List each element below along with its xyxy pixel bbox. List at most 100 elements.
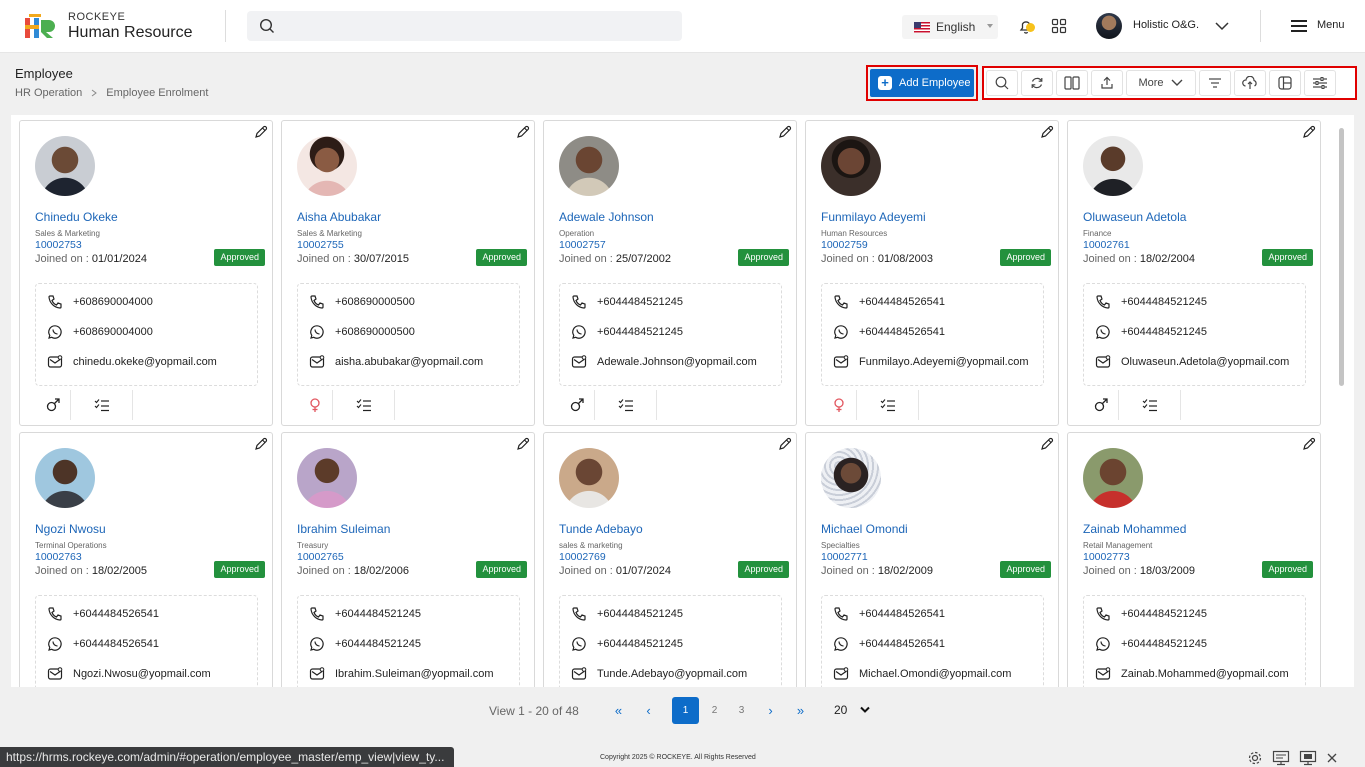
- employee-id[interactable]: 10002759: [821, 239, 868, 251]
- contact-whatsapp[interactable]: +6044484526541: [833, 636, 945, 652]
- toolbar-layout-button[interactable]: [1269, 70, 1301, 96]
- employee-photo[interactable]: [821, 448, 881, 508]
- employee-photo[interactable]: [559, 448, 619, 508]
- details-button[interactable]: [857, 390, 919, 420]
- contact-email[interactable]: Zainab.Mohammed@yopmail.com: [1095, 666, 1289, 682]
- contact-phone[interactable]: +6044484521245: [571, 294, 683, 310]
- contact-email[interactable]: Ngozi.Nwosu@yopmail.com: [47, 666, 211, 682]
- breadcrumb-item-hr-operation[interactable]: HR Operation: [15, 87, 82, 99]
- contact-phone[interactable]: +6044484521245: [309, 606, 421, 622]
- close-icon[interactable]: [1326, 750, 1338, 766]
- contact-phone[interactable]: +6044484526541: [833, 606, 945, 622]
- toolbar-settings-button[interactable]: [1304, 70, 1336, 96]
- hamburger-menu-icon[interactable]: [1290, 19, 1308, 33]
- contact-email[interactable]: Michael.Omondi@yopmail.com: [833, 666, 1011, 682]
- contact-whatsapp[interactable]: +6044484521245: [571, 324, 683, 340]
- employee-card[interactable]: Ngozi Nwosu Terminal Operations 10002763 Jo…: [19, 432, 273, 687]
- employee-id[interactable]: 10002773: [1083, 551, 1130, 563]
- employee-name[interactable]: Tunde Adebayo: [559, 522, 643, 536]
- employee-name[interactable]: Adewale Johnson: [559, 210, 654, 224]
- employee-name[interactable]: Ibrahim Suleiman: [297, 522, 390, 536]
- scrollbar-thumb[interactable]: [1339, 128, 1344, 386]
- employee-name[interactable]: Oluwaseun Adetola: [1083, 210, 1186, 224]
- contact-email[interactable]: Funmilayo.Adeyemi@yopmail.com: [833, 354, 1029, 370]
- monitor-icon[interactable]: [1272, 750, 1290, 766]
- edit-employee-button[interactable]: [254, 437, 268, 454]
- edit-employee-button[interactable]: [516, 125, 530, 142]
- employee-photo[interactable]: [297, 448, 357, 508]
- toolbar-refresh-button[interactable]: [1021, 70, 1053, 96]
- contact-phone[interactable]: +6044484521245: [571, 606, 683, 622]
- employee-name[interactable]: Chinedu Okeke: [35, 210, 118, 224]
- contact-email[interactable]: Adewale.Johnson@yopmail.com: [571, 354, 757, 370]
- add-employee-button[interactable]: + Add Employee: [866, 65, 978, 101]
- settings-gear-icon[interactable]: [1247, 750, 1263, 766]
- prev-page-button[interactable]: ‹: [635, 697, 662, 724]
- employee-photo[interactable]: [559, 136, 619, 196]
- employee-id[interactable]: 10002761: [1083, 239, 1130, 251]
- employee-card[interactable]: Aisha Abubakar Sales & Marketing 10002755 J…: [281, 120, 535, 426]
- edit-employee-button[interactable]: [778, 125, 792, 142]
- chevron-down-icon[interactable]: [1214, 20, 1230, 32]
- toolbar-columns-button[interactable]: [1056, 70, 1088, 96]
- employee-photo[interactable]: [297, 136, 357, 196]
- contact-whatsapp[interactable]: +608690004000: [47, 324, 153, 340]
- employee-id[interactable]: 10002753: [35, 239, 82, 251]
- contact-whatsapp[interactable]: +6044484521245: [1095, 324, 1207, 340]
- employee-card[interactable]: Tunde Adebayo sales & marketing 10002769 Jo…: [543, 432, 797, 687]
- employee-photo[interactable]: [1083, 448, 1143, 508]
- page-button-2[interactable]: 2: [701, 697, 728, 724]
- edit-employee-button[interactable]: [1040, 437, 1054, 454]
- employee-card[interactable]: Ibrahim Suleiman Treasury 10002765 Joined o…: [281, 432, 535, 687]
- employee-card[interactable]: Chinedu Okeke Sales & Marketing 10002753 Jo…: [19, 120, 273, 426]
- details-button[interactable]: [71, 390, 133, 420]
- toolbar-more-dropdown[interactable]: More: [1126, 70, 1196, 96]
- employee-name[interactable]: Michael Omondi: [821, 522, 908, 536]
- breadcrumb-item-employee-enrolment[interactable]: Employee Enrolment: [106, 87, 208, 99]
- page-button-3[interactable]: 3: [728, 697, 755, 724]
- contact-whatsapp[interactable]: +6044484521245: [571, 636, 683, 652]
- page-size-select[interactable]: 20: [823, 699, 877, 722]
- details-button[interactable]: [595, 390, 657, 420]
- contact-email[interactable]: Tunde.Adebayo@yopmail.com: [571, 666, 747, 682]
- employee-card[interactable]: Zainab Mohammed Retail Management 10002773…: [1067, 432, 1321, 687]
- employee-photo[interactable]: [35, 136, 95, 196]
- notification-button[interactable]: [1017, 16, 1037, 39]
- contact-email[interactable]: Oluwaseun.Adetola@yopmail.com: [1095, 354, 1289, 370]
- page-button-1[interactable]: 1: [672, 697, 699, 724]
- edit-employee-button[interactable]: [778, 437, 792, 454]
- employee-id[interactable]: 10002769: [559, 551, 606, 563]
- employee-card[interactable]: Oluwaseun Adetola Finance 10002761 Joined o…: [1067, 120, 1321, 426]
- contact-whatsapp[interactable]: +6044484526541: [833, 324, 945, 340]
- employee-card[interactable]: Adewale Johnson Operation 10002757 Joined o…: [543, 120, 797, 426]
- edit-employee-button[interactable]: [1302, 125, 1316, 142]
- rockeye-logo[interactable]: [25, 14, 55, 40]
- employee-card[interactable]: Michael Omondi Specialties 10002771 Joined …: [805, 432, 1059, 687]
- details-button[interactable]: [1119, 390, 1181, 420]
- next-page-button[interactable]: ›: [757, 697, 784, 724]
- contact-whatsapp[interactable]: +6044484526541: [47, 636, 159, 652]
- edit-employee-button[interactable]: [516, 437, 530, 454]
- user-name[interactable]: Holistic O&G.: [1133, 19, 1199, 31]
- contact-whatsapp[interactable]: +6044484521245: [309, 636, 421, 652]
- last-page-button[interactable]: »: [787, 697, 814, 724]
- employee-photo[interactable]: [821, 136, 881, 196]
- employee-card[interactable]: Funmilayo Adeyemi Human Resources 10002759…: [805, 120, 1059, 426]
- edit-employee-button[interactable]: [1302, 437, 1316, 454]
- contact-phone[interactable]: +608690000500: [309, 294, 415, 310]
- apps-grid-button[interactable]: [1051, 18, 1067, 37]
- screen-share-icon[interactable]: [1299, 750, 1317, 766]
- language-select[interactable]: English: [902, 15, 998, 39]
- toolbar-export-button[interactable]: [1091, 70, 1123, 96]
- employee-photo[interactable]: [35, 448, 95, 508]
- contact-email[interactable]: Ibrahim.Suleiman@yopmail.com: [309, 666, 494, 682]
- contact-phone[interactable]: +608690004000: [47, 294, 153, 310]
- employee-name[interactable]: Zainab Mohammed: [1083, 522, 1186, 536]
- contact-email[interactable]: aisha.abubakar@yopmail.com: [309, 354, 483, 370]
- details-button[interactable]: [333, 390, 395, 420]
- menu-label[interactable]: Menu: [1317, 19, 1345, 31]
- contact-phone[interactable]: +6044484521245: [1095, 294, 1207, 310]
- employee-photo[interactable]: [1083, 136, 1143, 196]
- global-search-input[interactable]: [247, 11, 682, 41]
- contact-phone[interactable]: +6044484526541: [833, 294, 945, 310]
